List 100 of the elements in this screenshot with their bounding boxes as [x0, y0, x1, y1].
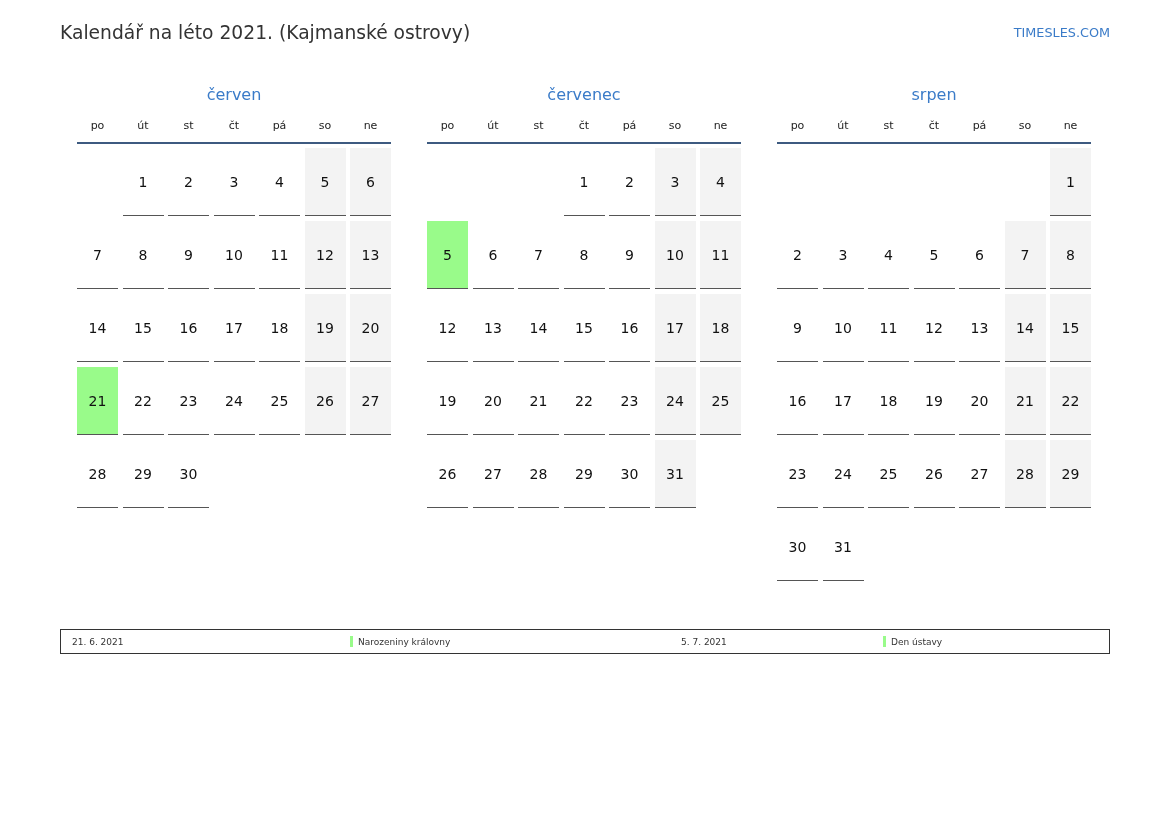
day-cell: 6: [472, 221, 514, 289]
holiday-marker-icon: [350, 636, 353, 647]
day-cell: 20: [472, 367, 514, 435]
day-cell: 10: [822, 294, 864, 362]
day-cell: 28: [77, 440, 118, 508]
month-name: červenec: [547, 84, 621, 106]
day-cell: 10: [213, 221, 255, 289]
day-cell: 1: [1050, 148, 1091, 216]
site-link[interactable]: TIMESLES.COM: [1013, 24, 1110, 42]
day-cell: 10: [654, 221, 696, 289]
holiday-marker-icon: [883, 636, 886, 647]
day-cell: 15: [122, 294, 164, 362]
day-cell: 20: [959, 367, 1000, 435]
day-cell: 27: [350, 367, 391, 435]
day-cell: 1: [122, 148, 164, 216]
weekday-label: po: [790, 118, 805, 134]
weekday-label: st: [533, 118, 544, 134]
day-cell: 6: [350, 148, 391, 216]
day-cell: 15: [563, 294, 605, 362]
weekday-label: ne: [713, 118, 728, 134]
weekday-label: út: [487, 118, 499, 134]
day-cell: 17: [213, 294, 255, 362]
day-cell: 14: [518, 294, 559, 362]
day-cell: 14: [77, 294, 118, 362]
day-cell: 22: [1050, 367, 1091, 435]
weekday-label: ne: [363, 118, 378, 134]
day-cell: 26: [304, 367, 346, 435]
day-cell: 11: [259, 221, 300, 289]
day-cell: 16: [777, 367, 818, 435]
day-cell: 20: [350, 294, 391, 362]
day-cell: 3: [822, 221, 864, 289]
weekday-label: út: [137, 118, 149, 134]
day-cell: 9: [168, 221, 209, 289]
day-cell: 15: [1050, 294, 1091, 362]
day-cell: 2: [777, 221, 818, 289]
day-cell: 13: [472, 294, 514, 362]
day-cell: 3: [654, 148, 696, 216]
day-cell: 6: [959, 221, 1000, 289]
day-cell: 1: [563, 148, 605, 216]
day-cell: 4: [868, 221, 909, 289]
day-cell: 30: [609, 440, 650, 508]
day-cell: 3: [213, 148, 255, 216]
day-cell: 31: [822, 513, 864, 581]
day-cell: 27: [959, 440, 1000, 508]
day-cell: 14: [1004, 294, 1046, 362]
weekday-label: pá: [622, 118, 637, 134]
day-cell: 24: [822, 440, 864, 508]
day-cell: 25: [700, 367, 741, 435]
day-cell: 2: [609, 148, 650, 216]
weekday-label: čt: [578, 118, 590, 134]
day-cell: 12: [913, 294, 955, 362]
day-cell: 8: [563, 221, 605, 289]
weekday-label: st: [883, 118, 894, 134]
day-cell: 12: [427, 294, 468, 362]
day-cell: 8: [122, 221, 164, 289]
day-cell: 18: [868, 367, 909, 435]
weekday-label: čt: [228, 118, 240, 134]
holiday-name: Den ústavy: [891, 636, 943, 647]
day-cell: 30: [777, 513, 818, 581]
weekday-label: po: [440, 118, 455, 134]
weekday-label: po: [90, 118, 105, 134]
weekday-label: čt: [928, 118, 940, 134]
weekday-label: ne: [1063, 118, 1078, 134]
day-cell: 28: [1004, 440, 1046, 508]
calendar-title: Kalendář na léto 2021. (Kajmanské ostrovy): [60, 21, 471, 45]
day-cell: 23: [777, 440, 818, 508]
weekday-label: pá: [272, 118, 287, 134]
day-cell: 9: [609, 221, 650, 289]
weekday-label: so: [1018, 118, 1032, 134]
day-cell: 22: [122, 367, 164, 435]
day-cell: 19: [304, 294, 346, 362]
day-cell: 7: [1004, 221, 1046, 289]
day-cell: 24: [654, 367, 696, 435]
holiday-date: 5. 7. 2021: [681, 636, 727, 647]
day-cell: 7: [518, 221, 559, 289]
day-cell: 4: [259, 148, 300, 216]
day-cell: 31: [654, 440, 696, 508]
day-cell: 27: [472, 440, 514, 508]
day-cell: 7: [77, 221, 118, 289]
day-cell: 5: [304, 148, 346, 216]
day-cell: 26: [913, 440, 955, 508]
day-cell: 30: [168, 440, 209, 508]
day-cell: 8: [1050, 221, 1091, 289]
day-cell: 2: [168, 148, 209, 216]
day-cell: 25: [868, 440, 909, 508]
day-cell: 19: [913, 367, 955, 435]
day-cell: 17: [654, 294, 696, 362]
day-cell: 9: [777, 294, 818, 362]
day-cell: 26: [427, 440, 468, 508]
weekday-label: út: [837, 118, 849, 134]
holiday-day-cell: 21: [77, 367, 118, 435]
weekday-label: pá: [972, 118, 987, 134]
day-cell: 21: [1004, 367, 1046, 435]
day-cell: 23: [168, 367, 209, 435]
day-cell: 5: [913, 221, 955, 289]
weekday-label: so: [318, 118, 332, 134]
month-name: červen: [206, 84, 262, 106]
day-cell: 16: [609, 294, 650, 362]
day-cell: 19: [427, 367, 468, 435]
day-cell: 4: [700, 148, 741, 216]
